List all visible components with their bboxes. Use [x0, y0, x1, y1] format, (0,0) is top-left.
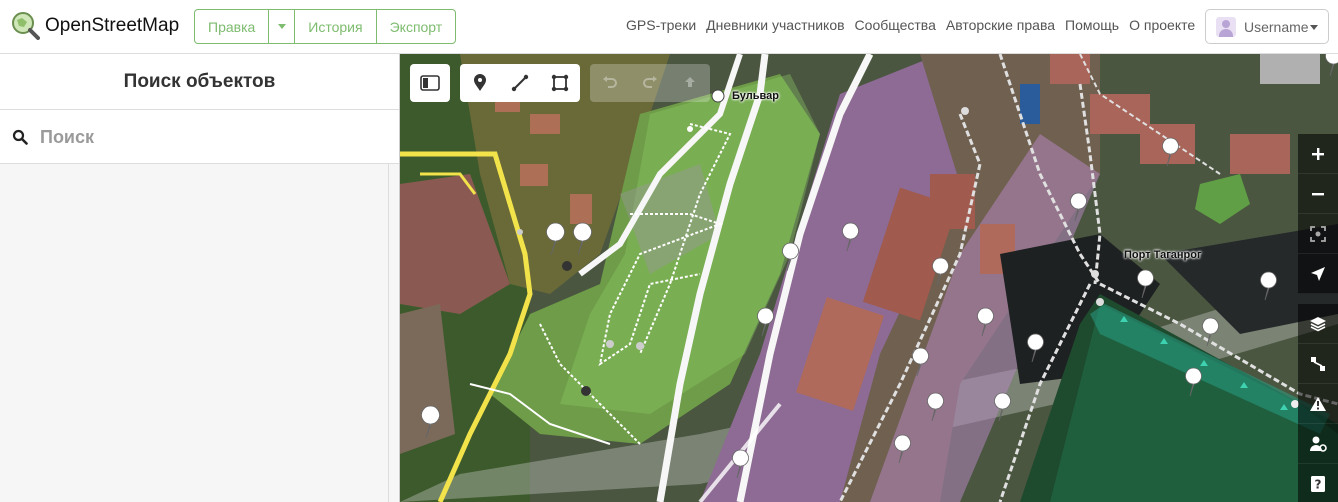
edit-dropdown-button[interactable] — [269, 10, 296, 43]
map-label-bulvar[interactable]: Бульвар — [732, 90, 779, 102]
user-settings-icon — [1310, 436, 1327, 452]
background-layers-button[interactable] — [1298, 304, 1338, 344]
preferences-button[interactable] — [1298, 424, 1338, 464]
map-canvas[interactable]: Бульвар Порт Таганрог ? — [400, 54, 1338, 502]
export-button[interactable]: Экспорт — [377, 10, 456, 43]
issues-button[interactable] — [1298, 384, 1338, 424]
chevron-down-icon — [277, 24, 286, 29]
history-button[interactable]: История — [295, 10, 377, 43]
edit-button[interactable]: Правка — [195, 10, 270, 43]
osm-logo-icon[interactable] — [10, 10, 40, 40]
warning-icon — [1310, 396, 1326, 411]
nav-communities[interactable]: Сообщества — [855, 17, 936, 33]
add-area-button[interactable] — [540, 64, 580, 102]
location-arrow-icon — [1311, 266, 1325, 281]
avatar — [1216, 16, 1236, 37]
satellite-imagery — [400, 54, 1338, 502]
chevron-down-icon — [1310, 25, 1318, 30]
upload-icon — [685, 77, 695, 87]
search-icon — [12, 129, 28, 145]
undo-redo-toolbar — [590, 64, 710, 102]
save-button[interactable] — [670, 64, 710, 102]
svg-text:?: ? — [1315, 477, 1322, 491]
map-pin-icon — [474, 74, 486, 91]
zoom-to-selection-button[interactable] — [1298, 214, 1338, 254]
redo-button[interactable] — [630, 64, 670, 102]
nav-diaries[interactable]: Дневники участников — [706, 17, 844, 33]
brand-name[interactable]: OpenStreetMap — [45, 15, 179, 37]
top-header: OpenStreetMap Правка История Экспорт GPS… — [0, 0, 1338, 54]
search-row — [0, 110, 399, 164]
minus-icon — [1312, 192, 1324, 195]
map-controls: ? — [1298, 134, 1338, 502]
line-icon — [511, 74, 529, 92]
sidebar-toggle-toolbar — [410, 64, 450, 102]
redo-icon — [643, 76, 657, 88]
help-button[interactable]: ? — [1298, 464, 1338, 502]
nav-about[interactable]: О проекте — [1129, 17, 1195, 33]
nav-copyright[interactable]: Авторские права — [946, 17, 1055, 33]
undo-button[interactable] — [590, 64, 630, 102]
map-label-port[interactable]: Порт Таганрог — [1124, 249, 1202, 261]
sidebar-toggle-button[interactable] — [410, 64, 450, 102]
zoom-to-selection-icon — [1310, 225, 1326, 242]
sidebar-scrollbar[interactable] — [388, 164, 389, 502]
sidebar: Поиск объектов — [0, 54, 400, 502]
area-icon — [551, 74, 569, 92]
zoom-out-button[interactable] — [1298, 174, 1338, 214]
draw-toolbar — [460, 64, 580, 102]
layers-icon — [1310, 316, 1326, 331]
user-menu-button[interactable]: Username — [1205, 9, 1329, 44]
edit-button-group: Правка История Экспорт — [194, 9, 457, 44]
undo-icon — [603, 76, 617, 88]
map-data-icon — [1311, 356, 1325, 371]
search-input[interactable] — [40, 125, 380, 149]
sidebar-toggle-icon — [420, 75, 440, 91]
add-point-button[interactable] — [460, 64, 500, 102]
secondary-nav: GPS-треки Дневники участников Сообщества… — [626, 17, 1195, 33]
help-book-icon: ? — [1311, 475, 1325, 492]
zoom-in-button[interactable] — [1298, 134, 1338, 174]
username-label: Username — [1244, 18, 1309, 35]
sidebar-title: Поиск объектов — [0, 54, 399, 110]
map-data-button[interactable] — [1298, 344, 1338, 384]
nav-gps-traces[interactable]: GPS-треки — [626, 17, 696, 33]
geolocate-button[interactable] — [1298, 254, 1338, 294]
plus-icon — [1312, 147, 1324, 160]
nav-help[interactable]: Помощь — [1065, 17, 1119, 33]
add-line-button[interactable] — [500, 64, 540, 102]
